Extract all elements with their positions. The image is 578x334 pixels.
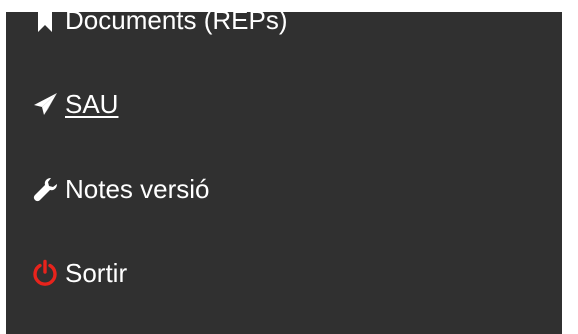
menu-item-label: Notes versió: [65, 174, 210, 204]
menu-item-documents[interactable]: Documents (REPs): [31, 12, 288, 40]
menu-item-label: Documents (REPs): [65, 12, 288, 35]
menu-item-label: Sortir: [65, 258, 128, 288]
bookmark-icon: [31, 12, 59, 34]
menu-item-label: SAU: [65, 89, 119, 119]
power-icon: [31, 259, 59, 287]
menu-item-logout[interactable]: Sortir: [31, 253, 127, 293]
paper-plane-icon: [31, 90, 59, 118]
side-menu: Documents (REPs) SAU Notes versió Sortir: [6, 12, 562, 334]
menu-item-release-notes[interactable]: Notes versió: [31, 169, 210, 209]
menu-item-sau[interactable]: SAU: [31, 84, 118, 124]
wrench-icon: [31, 175, 59, 203]
